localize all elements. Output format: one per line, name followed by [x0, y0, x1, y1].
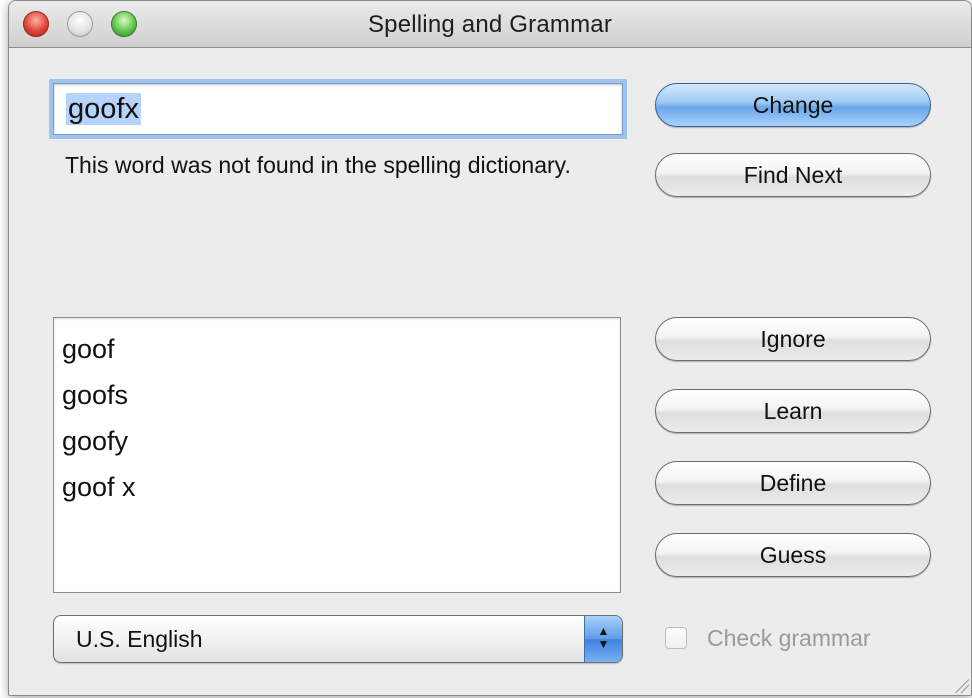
- up-down-arrows-icon: ▲ ▼: [584, 616, 622, 662]
- spelling-grammar-window: Spelling and Grammar goofx This word was…: [8, 0, 972, 696]
- title-bar[interactable]: Spelling and Grammar: [9, 1, 971, 48]
- ignore-button[interactable]: Ignore: [655, 317, 931, 361]
- guess-item[interactable]: goofs: [62, 372, 620, 418]
- guess-item[interactable]: goofy: [62, 418, 620, 464]
- language-selected-label: U.S. English: [76, 626, 203, 652]
- resize-grip-icon[interactable]: [953, 677, 969, 693]
- guess-item[interactable]: goof x: [62, 464, 620, 510]
- check-grammar-checkbox[interactable]: [665, 627, 687, 649]
- guess-item[interactable]: goof: [62, 326, 620, 372]
- change-button[interactable]: Change: [655, 83, 931, 127]
- check-grammar-label: Check grammar: [707, 625, 871, 651]
- not-found-message: This word was not found in the spelling …: [65, 152, 571, 178]
- define-button[interactable]: Define: [655, 461, 931, 505]
- learn-button[interactable]: Learn: [655, 389, 931, 433]
- misspelled-word-field[interactable]: goofx: [53, 83, 623, 135]
- guess-list[interactable]: goof goofs goofy goof x: [53, 317, 621, 593]
- guess-button[interactable]: Guess: [655, 533, 931, 577]
- window-title: Spelling and Grammar: [367, 11, 613, 38]
- find-next-button[interactable]: Find Next: [655, 153, 931, 197]
- selected-word-text: goofx: [66, 93, 141, 125]
- language-select[interactable]: U.S. English ▲ ▼: [53, 615, 623, 663]
